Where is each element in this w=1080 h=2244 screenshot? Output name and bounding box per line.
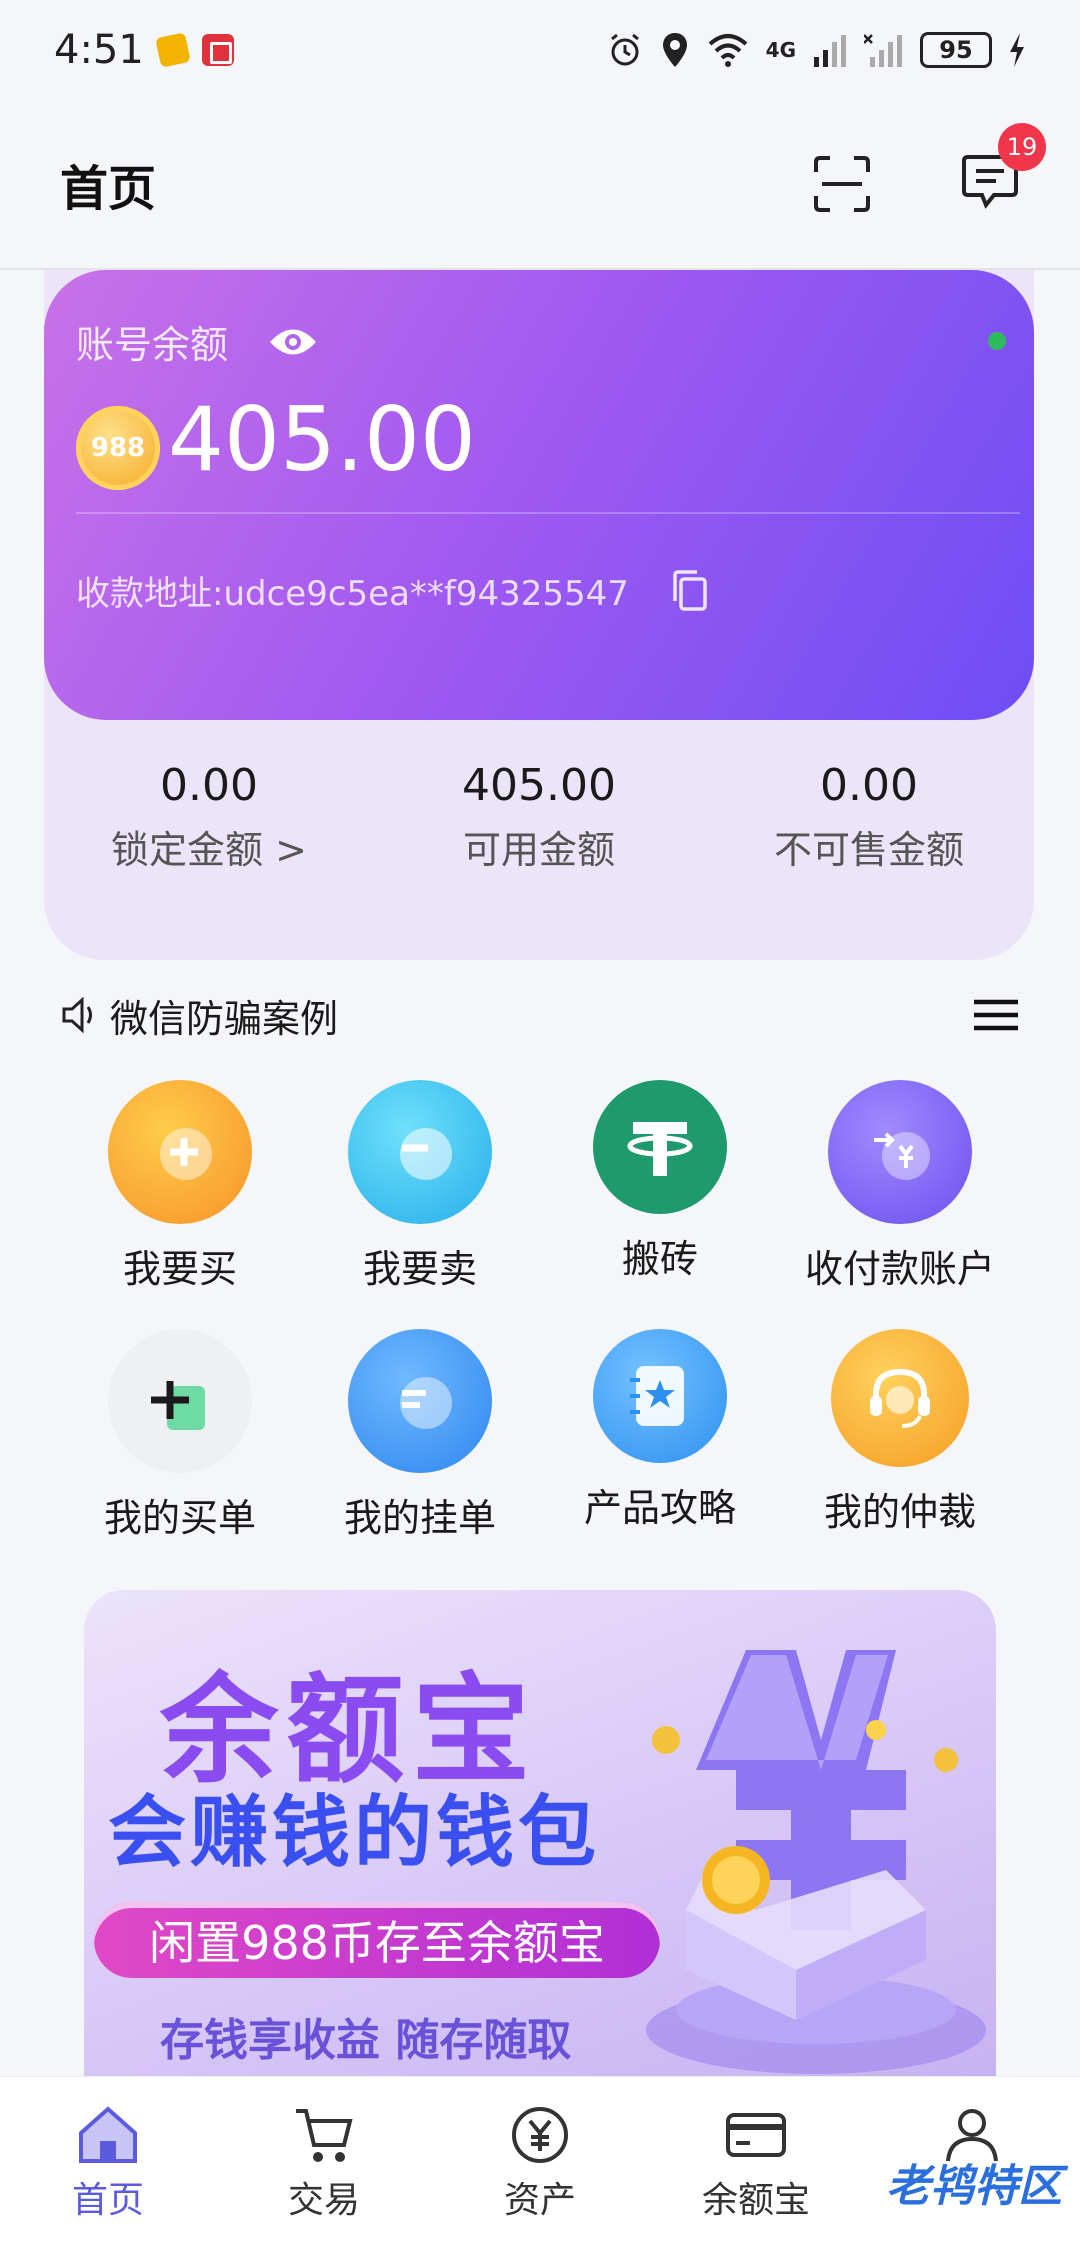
status-bar: 4:51 4G 95 [0, 0, 1080, 100]
stat-label: 可用金额 [462, 828, 615, 872]
status-left: 4:51 [54, 27, 234, 73]
watermark: 老鸨特区 [886, 2161, 1062, 2212]
eye-icon[interactable] [268, 325, 318, 359]
charging-icon [1010, 33, 1024, 67]
online-status-dot [988, 332, 1006, 350]
status-right: 4G 95 [606, 31, 1026, 69]
tab-yuebao[interactable]: 余额宝 [648, 2077, 864, 2244]
grid-label: 搬砖 [621, 1237, 698, 1281]
balance-panel: 账号余额 988 405.00 收款地址:udce9c5ea**f9432554… [44, 270, 1034, 960]
battery-indicator: 95 [920, 32, 992, 68]
bottom-tab-bar: 首页 交易 资产 余额宝 老鸨特区 [0, 2076, 1080, 2244]
banner-subtitle: 会赚钱的钱包 [108, 1788, 601, 1878]
notice-bar[interactable]: 微信防骗案例 [60, 980, 1020, 1050]
network-type: 4G [765, 38, 796, 62]
tab-home[interactable]: 首页 [0, 2077, 216, 2244]
coin-icon: 988 [76, 406, 160, 490]
function-grid: 我要买 我要卖 搬砖 收付款账户 我的买单 我的挂单 产品攻略 我的仲裁 [60, 1080, 1020, 1542]
tab-label: 交易 [287, 2180, 360, 2221]
grid-item-bricks[interactable]: 搬砖 [540, 1080, 780, 1293]
address-row: 收款地址:udce9c5ea**f94325547 [76, 566, 709, 615]
grid-label: 我要卖 [362, 1247, 477, 1291]
yen-3d-illustration [646, 1650, 986, 2074]
grid-item-my-arbitration[interactable]: 我的仲裁 [780, 1329, 1020, 1542]
home-icon [79, 2106, 137, 2163]
grid-label: 收付款账户 [804, 1247, 995, 1291]
tab-label: 资产 [503, 2180, 576, 2221]
buy-order-icon [108, 1329, 252, 1473]
grid-item-my-buy-orders[interactable]: 我的买单 [60, 1329, 300, 1542]
balance-divider [76, 512, 1020, 514]
tab-label: 首页 [71, 2180, 144, 2221]
balance-stats: 0.00 锁定金额 > 405.00 可用金额 0.00 不可售金额 [44, 760, 1034, 874]
stat-label: 不可售金额 [773, 828, 964, 872]
menu-icon[interactable] [972, 998, 1020, 1032]
notification-book-icon [201, 34, 234, 66]
balance-label-row: 账号余额 [76, 314, 318, 369]
pending-order-icon [348, 1329, 492, 1473]
stat-value: 0.00 [820, 760, 918, 811]
notice-left: 微信防骗案例 [60, 988, 338, 1043]
wifi-icon [708, 34, 747, 67]
receive-address: 收款地址:udce9c5ea**f94325547 [76, 574, 629, 614]
speaker-icon [62, 996, 92, 1034]
signal-icon [814, 35, 846, 67]
stat-unsellable: 0.00 不可售金额 [704, 760, 1034, 874]
banner-pill: 闲置988币存至余额宝 [94, 1902, 660, 1978]
card-icon [726, 2113, 786, 2157]
headset-icon [831, 1329, 969, 1467]
message-count-badge: 19 [998, 123, 1046, 171]
grid-item-my-listings[interactable]: 我的挂单 [300, 1329, 540, 1542]
promo-banner[interactable]: 余额宝 会赚钱的钱包 闲置988币存至余额宝 存钱享收益 随存随取 [84, 1590, 996, 2076]
grid-label: 产品攻略 [583, 1486, 736, 1530]
plus-buy-icon [108, 1080, 252, 1224]
tether-icon [593, 1080, 727, 1214]
minus-sell-icon [348, 1080, 492, 1224]
stat-label: 锁定金额 > [111, 828, 307, 872]
yen-coin-icon [512, 2107, 568, 2163]
grid-item-payment-accounts[interactable]: 收付款账户 [780, 1080, 1020, 1293]
tab-assets[interactable]: 资产 [432, 2077, 648, 2244]
grid-item-buy[interactable]: 我要买 [60, 1080, 300, 1293]
grid-label: 我的仲裁 [823, 1490, 976, 1534]
clock: 4:51 [54, 27, 144, 73]
grid-label: 我的买单 [103, 1496, 256, 1540]
tab-trade[interactable]: 交易 [216, 2077, 432, 2244]
stat-value: 0.00 [160, 760, 258, 811]
grid-label: 我的挂单 [343, 1496, 496, 1540]
alarm-icon [610, 33, 639, 66]
stat-available: 405.00 可用金额 [374, 760, 704, 874]
notification-app-icon [155, 32, 191, 68]
stat-value: 405.00 [462, 760, 616, 811]
header-actions: 19 [814, 123, 1046, 215]
stat-locked[interactable]: 0.00 锁定金额 > [44, 760, 374, 874]
balance-amount: 405.00 [168, 388, 476, 491]
page-title: 首页 [60, 161, 157, 217]
location-icon [662, 33, 687, 67]
guide-book-icon [593, 1329, 727, 1463]
banner-footer: 存钱享收益 随存随取 [160, 2015, 572, 2066]
app-header: 首页 19 [0, 100, 1080, 270]
grid-item-product-guide[interactable]: 产品攻略 [540, 1329, 780, 1542]
grid-item-sell[interactable]: 我要卖 [300, 1080, 540, 1293]
balance-label: 账号余额 [76, 323, 229, 367]
grid-label: 我要买 [122, 1247, 237, 1291]
tab-label: 余额宝 [701, 2180, 810, 2221]
signal-no-sim-icon [864, 34, 902, 67]
notice-text: 微信防骗案例 [110, 996, 339, 1041]
copy-icon[interactable] [669, 569, 709, 613]
scan-icon[interactable] [814, 156, 870, 212]
cart-icon [296, 2109, 353, 2162]
balance-card: 账号余额 988 405.00 收款地址:udce9c5ea**f9432554… [44, 270, 1034, 720]
messages-button[interactable]: 19 [960, 123, 1046, 215]
transfer-yen-icon [828, 1080, 972, 1224]
